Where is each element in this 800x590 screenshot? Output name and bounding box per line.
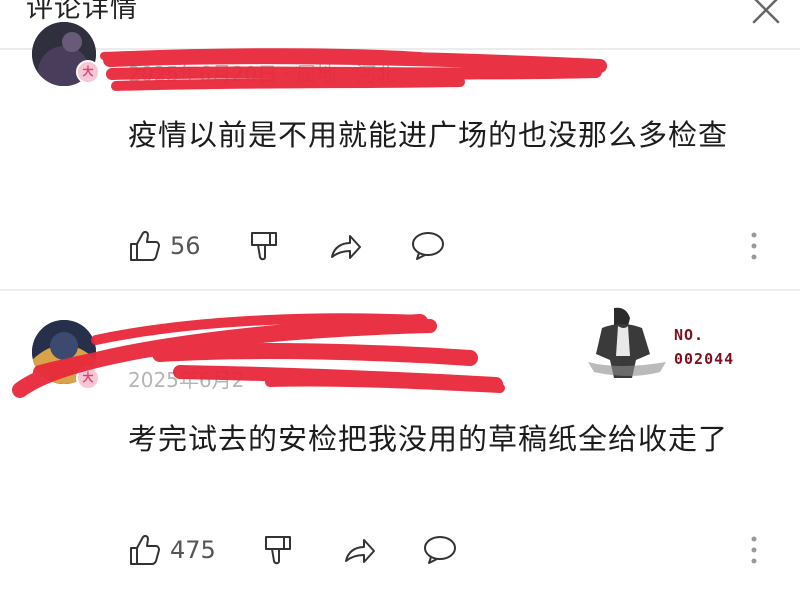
comment-text: 疫情以前是不用就能进广场的也没那么多检查 [128, 118, 729, 152]
avatar-badge: 大 [76, 366, 100, 390]
comment-text: 考完试去的安检把我没用的草稿纸全给收走了 [128, 422, 729, 456]
more-options-icon[interactable] [748, 534, 760, 566]
comment-actions: 56 [128, 228, 778, 264]
comment-meta: 2025年6月2 [128, 368, 245, 392]
share-button[interactable] [328, 228, 364, 264]
comment-bubble-icon [412, 232, 444, 260]
like-count: 475 [170, 536, 216, 564]
watermark-number: 002044 [674, 350, 735, 368]
like-button[interactable]: 56 [128, 228, 201, 264]
thumbs-up-icon [130, 230, 160, 261]
more-options-icon[interactable] [748, 230, 760, 262]
thumbs-down-icon [265, 536, 291, 565]
like-button[interactable]: 475 [128, 532, 216, 568]
like-count: 56 [170, 232, 201, 260]
dislike-button[interactable] [262, 532, 296, 568]
share-icon [345, 539, 375, 563]
watermark-number-label: NO. [674, 326, 705, 344]
reply-button[interactable] [410, 228, 446, 264]
comment-meta: 2025年6月20日 · 属地：河北 [128, 62, 397, 86]
comment-bubble-icon [424, 536, 456, 564]
dislike-button[interactable] [248, 228, 282, 264]
thumbs-up-icon [130, 534, 160, 565]
comment-actions: 475 [128, 532, 778, 568]
watermark: NO. 002044 [584, 306, 764, 378]
reply-button[interactable] [422, 532, 458, 568]
avatar-badge: 大 [76, 60, 100, 84]
share-icon [331, 235, 361, 259]
share-button[interactable] [342, 532, 378, 568]
hooded-figure-icon [588, 307, 666, 378]
thumbs-down-icon [251, 232, 277, 261]
comment-item: 大 2025年6月20日 · 属地：河北 疫情以前是不用就能进广场的也没那么多检… [0, 0, 800, 290]
